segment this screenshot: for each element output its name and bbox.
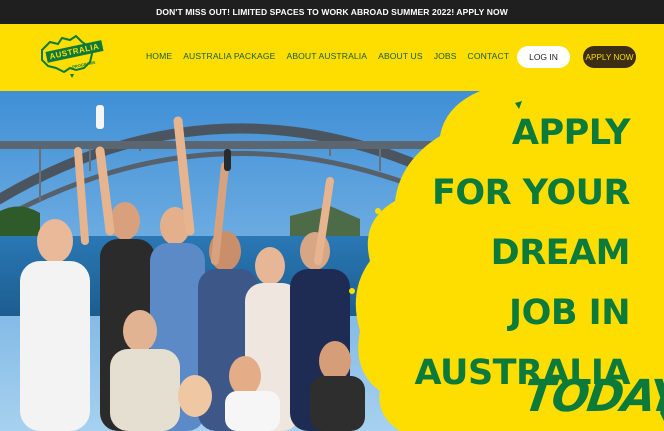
- login-button[interactable]: LOG IN: [517, 46, 570, 68]
- nav-contact[interactable]: CONTACT: [468, 51, 510, 61]
- hero-headline: APPLY FOR YOUR DREAM JOB IN AUSTRALIA: [415, 103, 631, 403]
- nav-home[interactable]: HOME: [146, 51, 172, 61]
- site-header: AUSTRALIA PROGRAMS HOME AUSTRALIA PACKAG…: [0, 24, 664, 91]
- headline-line-2: FOR YOUR: [431, 173, 631, 213]
- announcement-text[interactable]: DON'T MISS OUT! LIMITED SPACES TO WORK A…: [156, 7, 508, 17]
- site-logo[interactable]: AUSTRALIA PROGRAMS: [36, 32, 104, 80]
- nav-jobs[interactable]: JOBS: [434, 51, 457, 61]
- announcement-bar: DON'T MISS OUT! LIMITED SPACES TO WORK A…: [0, 0, 664, 24]
- nav-about-us[interactable]: ABOUT US: [378, 51, 423, 61]
- nav-about-australia[interactable]: ABOUT AUSTRALIA: [286, 51, 367, 61]
- main-nav: HOME AUSTRALIA PACKAGE ABOUT AUSTRALIA A…: [146, 51, 509, 61]
- hero-banner: APPLY FOR YOUR DREAM JOB IN AUSTRALIA TO…: [0, 91, 664, 431]
- nav-australia-package[interactable]: AUSTRALIA PACKAGE: [183, 51, 275, 61]
- headline-line-3: DREAM: [490, 233, 631, 273]
- headline-line-1: APPLY: [511, 113, 631, 153]
- headline-today: TODAY: [520, 371, 664, 422]
- apply-now-button[interactable]: APPLY NOW: [583, 46, 636, 68]
- headline-line-4: JOB IN: [509, 293, 630, 333]
